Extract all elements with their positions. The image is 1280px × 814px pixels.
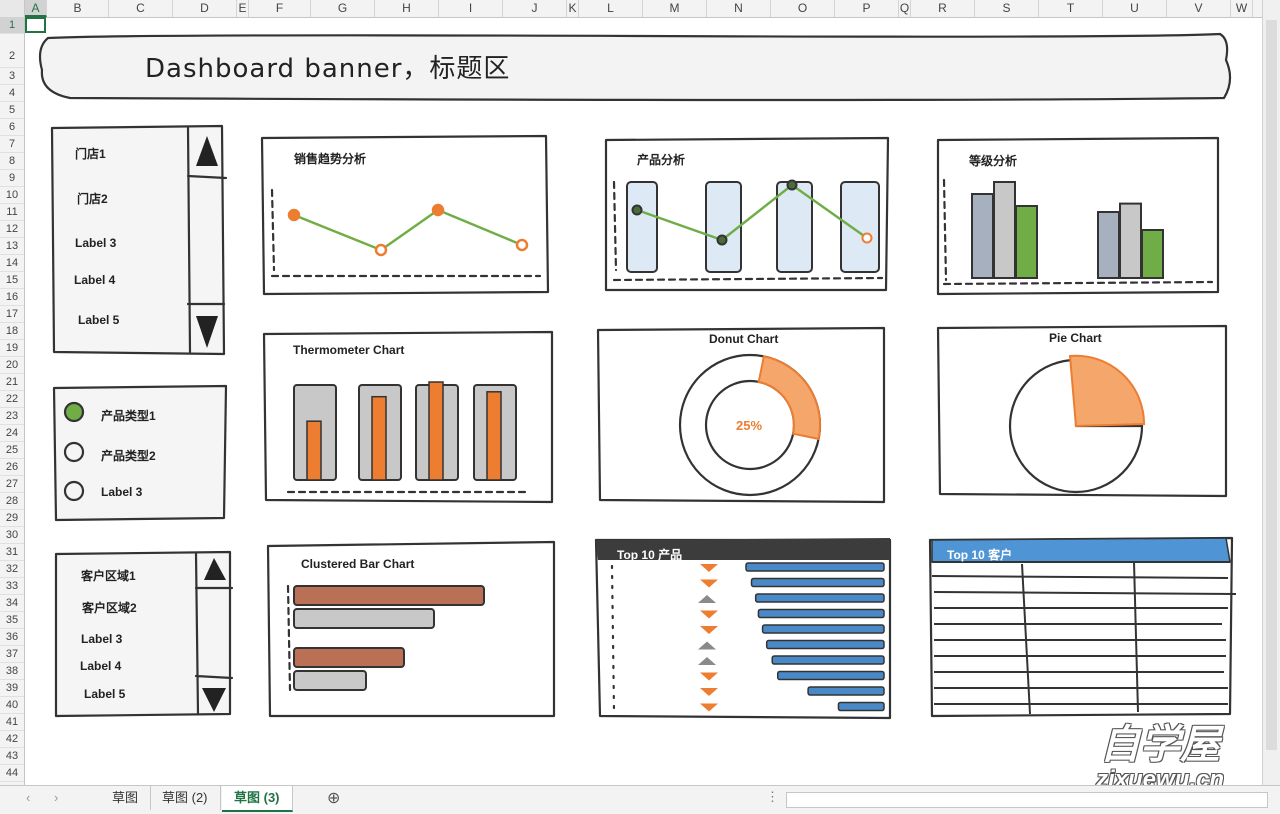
top10-bar-10 bbox=[837, 701, 885, 712]
top10-trend-icon-10 bbox=[700, 703, 718, 712]
slicer1-item-2[interactable]: 门店2 bbox=[77, 190, 108, 207]
vertical-scrollbar[interactable] bbox=[1262, 0, 1280, 785]
top10-trend-icon-7 bbox=[698, 657, 716, 665]
top10-bar-2 bbox=[750, 577, 885, 588]
slicer1-item-1[interactable]: 门店1 bbox=[75, 145, 106, 162]
thermo-value-3 bbox=[428, 381, 444, 481]
radio-item-2[interactable]: 产品类型2 bbox=[101, 447, 156, 464]
top10-bar-7 bbox=[771, 655, 885, 665]
banner-title: Dashboard banner，标题区 bbox=[145, 54, 511, 84]
pie-slice-value bbox=[1068, 354, 1146, 428]
tab-scroll-left-icon[interactable]: ‹ bbox=[26, 790, 30, 805]
top10-bar-6 bbox=[765, 639, 885, 650]
split-handle-icon[interactable]: ⋮ bbox=[766, 789, 779, 805]
thermo-value-1 bbox=[306, 420, 322, 481]
top10-bar-5 bbox=[761, 624, 885, 634]
sheet-tab-2[interactable]: 草图 (2) bbox=[150, 786, 221, 810]
grade-bar-2-1 bbox=[1097, 211, 1120, 279]
sales-trend-line bbox=[293, 208, 523, 252]
product-trend-line bbox=[636, 183, 868, 242]
sales-trend-point-4 bbox=[515, 238, 529, 252]
top10-trend-icon-8 bbox=[700, 672, 718, 681]
sheet-tab-bar: ‹ › 草图 草图 (2) 草图 (3) ⊕ ⋮ bbox=[0, 785, 1280, 814]
cluster-bar-2-1 bbox=[293, 647, 405, 668]
sales-trend-point-2 bbox=[374, 243, 388, 257]
cluster-bar-2-2 bbox=[293, 670, 367, 691]
product-bar-2 bbox=[705, 181, 742, 273]
slicer2-item-4[interactable]: Label 4 bbox=[80, 659, 121, 673]
sales-trend-point-3 bbox=[431, 203, 445, 217]
product-trend-point-1 bbox=[631, 204, 643, 216]
top10-trend-icon-6 bbox=[698, 641, 716, 650]
sheet-tab-3[interactable]: 草图 (3) bbox=[222, 786, 293, 812]
grade-analysis-title: 等级分析 bbox=[969, 154, 1018, 168]
donut-slice-value bbox=[757, 355, 821, 441]
top10-trend-icon-3 bbox=[698, 595, 716, 603]
slicer2-item-1[interactable]: 客户区域1 bbox=[81, 567, 136, 584]
vertical-scroll-thumb[interactable] bbox=[1266, 20, 1277, 750]
sales-trend-title: 销售趋势分析 bbox=[294, 152, 367, 166]
add-sheet-icon[interactable]: ⊕ bbox=[327, 788, 340, 808]
thermo-value-2 bbox=[371, 395, 387, 481]
product-trend-point-2 bbox=[716, 234, 728, 246]
dashboard-sketch bbox=[38, 32, 1237, 720]
donut-center-label: 25% bbox=[736, 418, 763, 433]
grade-bar-1-2 bbox=[993, 181, 1016, 279]
grade-bar-1-3 bbox=[1015, 205, 1038, 279]
sales-trend-point-1 bbox=[287, 208, 301, 222]
product-analysis-title: 产品分析 bbox=[637, 153, 686, 167]
top10-bar-1 bbox=[745, 562, 885, 572]
grade-bar-2-3 bbox=[1141, 229, 1164, 279]
top10-trend-icon-4 bbox=[700, 610, 718, 619]
radio-item-3[interactable]: Label 3 bbox=[101, 485, 142, 499]
product-trend-point-4 bbox=[861, 232, 873, 244]
top10-bar-9 bbox=[807, 686, 885, 696]
cluster-bar-1-2 bbox=[293, 608, 435, 629]
top10-trend-icon-5 bbox=[700, 626, 718, 634]
top10-bar-4 bbox=[757, 608, 885, 619]
thermo-value-4 bbox=[486, 391, 502, 481]
top10-bar-8 bbox=[776, 670, 885, 681]
product-bar-4 bbox=[840, 181, 880, 273]
cluster-bar-1-1 bbox=[293, 585, 485, 606]
product-bar-1 bbox=[626, 181, 658, 273]
top10-customer-title: Top 10 客户 bbox=[947, 548, 1013, 562]
top10-bar-3 bbox=[754, 593, 885, 603]
grade-bar-2-2 bbox=[1119, 202, 1142, 280]
slicer2-item-3[interactable]: Label 3 bbox=[81, 632, 122, 646]
slicer1-item-5[interactable]: Label 5 bbox=[78, 313, 119, 327]
pie-chart-title: Pie Chart bbox=[1049, 331, 1102, 345]
top10-customer-table-lines bbox=[931, 561, 1237, 715]
thermometer-chart-title: Thermometer Chart bbox=[293, 343, 405, 357]
sheet-tab-1[interactable]: 草图 bbox=[100, 786, 152, 810]
donut-chart-title: Donut Chart bbox=[709, 332, 779, 346]
clustered-bar-chart-title: Clustered Bar Chart bbox=[301, 557, 415, 571]
product-trend-point-3 bbox=[786, 179, 798, 191]
top10-product-title: Top 10 产品 bbox=[617, 548, 683, 562]
slicer2-item-5[interactable]: Label 5 bbox=[84, 687, 125, 701]
top10-trend-icon-2 bbox=[700, 579, 718, 588]
watermark-logo: 自学屋 bbox=[1100, 723, 1220, 767]
horizontal-scrollbar[interactable] bbox=[786, 792, 1268, 808]
top10-trend-icon-1 bbox=[700, 564, 718, 572]
top10-trend-icon-9 bbox=[700, 688, 718, 696]
radio-item-1[interactable]: 产品类型1 bbox=[101, 407, 156, 424]
slicer1-item-4[interactable]: Label 4 bbox=[74, 273, 115, 287]
slicer1-item-3[interactable]: Label 3 bbox=[75, 236, 116, 250]
tab-scroll-right-icon[interactable]: › bbox=[54, 790, 58, 805]
grade-bar-1-1 bbox=[971, 193, 994, 279]
slicer2-item-2[interactable]: 客户区域2 bbox=[82, 599, 137, 616]
